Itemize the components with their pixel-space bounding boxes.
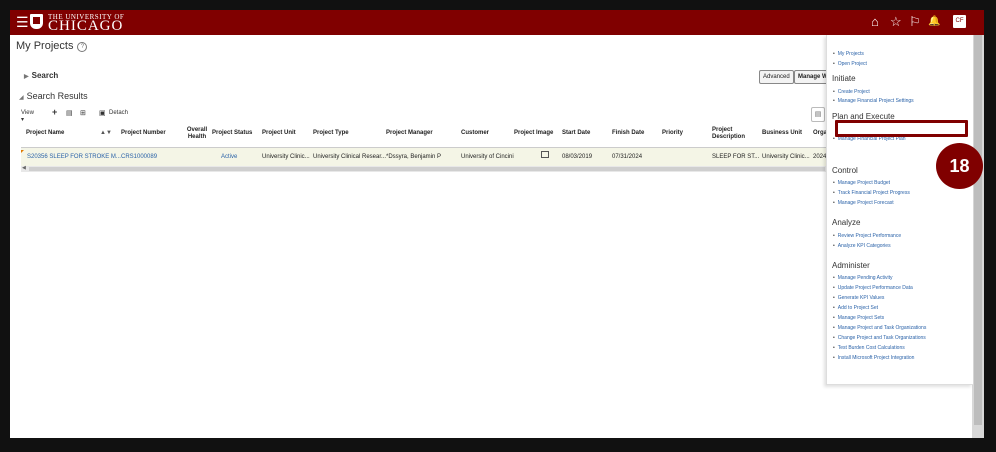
project-status-cell: Active: [221, 154, 238, 160]
bell-icon[interactable]: 🔔: [928, 15, 940, 29]
add-icon[interactable]: +: [52, 107, 57, 117]
col-header-project-unit[interactable]: Project Unit: [262, 130, 296, 137]
expand-triangle-icon: ▶: [24, 74, 29, 80]
panel-section-control: Control: [832, 166, 858, 175]
home-icon[interactable]: ⌂: [871, 15, 879, 29]
user-avatar[interactable]: CF: [953, 15, 966, 28]
col-header-customer[interactable]: Customer: [461, 130, 489, 137]
logo-chicago: CHICAGO: [48, 18, 124, 34]
page-vertical-scrollbar[interactable]: [972, 35, 984, 438]
panel-link-manage-project-budget[interactable]: Manage Project Budget: [833, 180, 890, 186]
freeze-icon[interactable]: ⊞: [80, 109, 86, 117]
panel-link-generate-kpi-values[interactable]: Generate KPI Values: [833, 295, 885, 301]
finish-date-cell: 07/31/2024: [612, 154, 643, 160]
panel-link-manage-financial-project-settings[interactable]: Manage Financial Project Settings: [833, 98, 914, 104]
vertical-scrollbar-thumb[interactable]: [974, 35, 982, 425]
table-horizontal-scrollbar[interactable]: ◀: [21, 165, 827, 172]
col-header-organization[interactable]: Orga: [813, 130, 827, 137]
panel-link-update-project-performance-data[interactable]: Update Project Performance Data: [833, 285, 913, 291]
panel-section-administer: Administer: [832, 261, 870, 270]
detach-button[interactable]: Detach: [109, 110, 128, 116]
start-date-cell: 08/03/2019: [562, 154, 593, 160]
panel-link-my-projects[interactable]: My Projects: [833, 51, 864, 57]
organization-cell: 2024: [813, 154, 827, 160]
step-number-badge: 18: [936, 143, 983, 189]
business-unit-cell: University Clinic...: [762, 154, 810, 160]
panel-link-install-microsoft-project-integration[interactable]: Install Microsoft Project Integration: [833, 355, 915, 361]
tasks-panel: My Projects Open Project Initiate Create…: [826, 35, 973, 385]
col-header-project-type[interactable]: Project Type: [313, 130, 349, 137]
sort-arrows-icon[interactable]: ▲▼: [100, 130, 112, 137]
col-header-start-date[interactable]: Start Date: [562, 130, 590, 137]
star-icon[interactable]: ☆: [890, 15, 902, 29]
col-header-priority[interactable]: Priority: [662, 130, 683, 137]
panel-link-review-project-performance[interactable]: Review Project Performance: [833, 233, 901, 239]
panel-link-manage-project-and-task-organizations[interactable]: Manage Project and Task Organizations: [833, 325, 927, 331]
panel-section-analyze: Analyze: [832, 218, 861, 227]
project-image-icon[interactable]: [541, 151, 549, 158]
col-header-project-image[interactable]: Project Image: [514, 130, 553, 137]
app-window: ☰ THE UNIVERSITY OF CHICAGO ⌂ ☆ ⚐ 🔔 CF M…: [10, 10, 984, 438]
panel-link-change-project-and-task-organizations[interactable]: Change Project and Task Organizations: [833, 335, 926, 341]
project-name-link[interactable]: S20356 SLEEP FOR STROKE M...: [27, 154, 121, 160]
panel-link-test-burden-cost-calculations[interactable]: Test Burden Cost Calculations: [833, 345, 905, 351]
col-header-overall-health[interactable]: Overall Health: [184, 127, 210, 141]
panel-drawer-icon[interactable]: ▤: [811, 107, 825, 122]
panel-link-add-to-project-set[interactable]: Add to Project Set: [833, 305, 878, 311]
col-header-finish-date[interactable]: Finish Date: [612, 130, 644, 137]
scroll-left-icon[interactable]: ◀: [22, 165, 26, 171]
col-header-project-manager[interactable]: Project Manager: [386, 130, 433, 137]
global-header: ☰ THE UNIVERSITY OF CHICAGO ⌂ ☆ ⚐ 🔔 CF: [10, 10, 984, 35]
table-row[interactable]: S20356 SLEEP FOR STROKE M... CRS1000089 …: [21, 147, 827, 167]
highlight-callout-box: [835, 120, 968, 137]
panel-link-manage-pending-activity[interactable]: Manage Pending Activity: [833, 275, 893, 281]
search-results-label: Search Results: [26, 91, 88, 101]
panel-link-manage-project-forecast[interactable]: Manage Project Forecast: [833, 200, 894, 206]
col-header-project-name[interactable]: Project Name: [26, 130, 64, 137]
advanced-button[interactable]: Advanced: [759, 70, 794, 84]
col-header-project-number[interactable]: Project Number: [121, 130, 166, 137]
col-header-project-description[interactable]: Project Description: [712, 127, 748, 141]
scrollbar-thumb[interactable]: [29, 167, 825, 171]
project-number-link[interactable]: CRS1000089: [121, 154, 157, 160]
search-section-toggle[interactable]: ▶ Search: [24, 71, 58, 80]
panel-link-open-project[interactable]: Open Project: [833, 61, 867, 67]
detach-icon[interactable]: ▣: [99, 109, 106, 117]
project-unit-cell: University Clinic...: [262, 154, 310, 160]
search-results-toggle[interactable]: ◢ Search Results: [19, 91, 88, 101]
panel-link-track-financial-project-progress[interactable]: Track Financial Project Progress: [833, 190, 910, 196]
row-marker: [21, 150, 24, 153]
collapse-triangle-icon: ◢: [19, 95, 24, 101]
col-header-project-status[interactable]: Project Status: [212, 130, 252, 137]
project-manager-cell: *Dssyra, Benjamin P: [386, 154, 442, 160]
flag-icon[interactable]: ⚐: [909, 15, 921, 29]
search-label: Search: [31, 71, 59, 80]
page-title: My Projects?: [16, 40, 88, 52]
customer-cell: University of Cincini: [461, 154, 514, 160]
panel-link-analyze-kpi-categories[interactable]: Analyze KPI Categories: [833, 243, 891, 249]
panel-link-manage-project-sets[interactable]: Manage Project Sets: [833, 315, 884, 321]
panel-link-create-project[interactable]: Create Project: [833, 89, 870, 95]
col-header-business-unit[interactable]: Business Unit: [762, 130, 802, 137]
help-icon[interactable]: ?: [77, 42, 88, 52]
university-crest-logo: [30, 14, 43, 29]
menu-icon[interactable]: ☰: [16, 15, 29, 29]
screenshot-frame: ☰ THE UNIVERSITY OF CHICAGO ⌂ ☆ ⚐ 🔔 CF M…: [0, 0, 996, 452]
view-menu[interactable]: View ▾: [21, 110, 34, 123]
panel-section-initiate: Initiate: [832, 74, 856, 83]
project-description-cell: SLEEP FOR ST...: [712, 154, 760, 160]
project-type-cell: University Clinical Resear...: [313, 154, 387, 160]
document-icon[interactable]: ▤: [66, 109, 73, 117]
page-title-text: My Projects: [16, 40, 74, 52]
